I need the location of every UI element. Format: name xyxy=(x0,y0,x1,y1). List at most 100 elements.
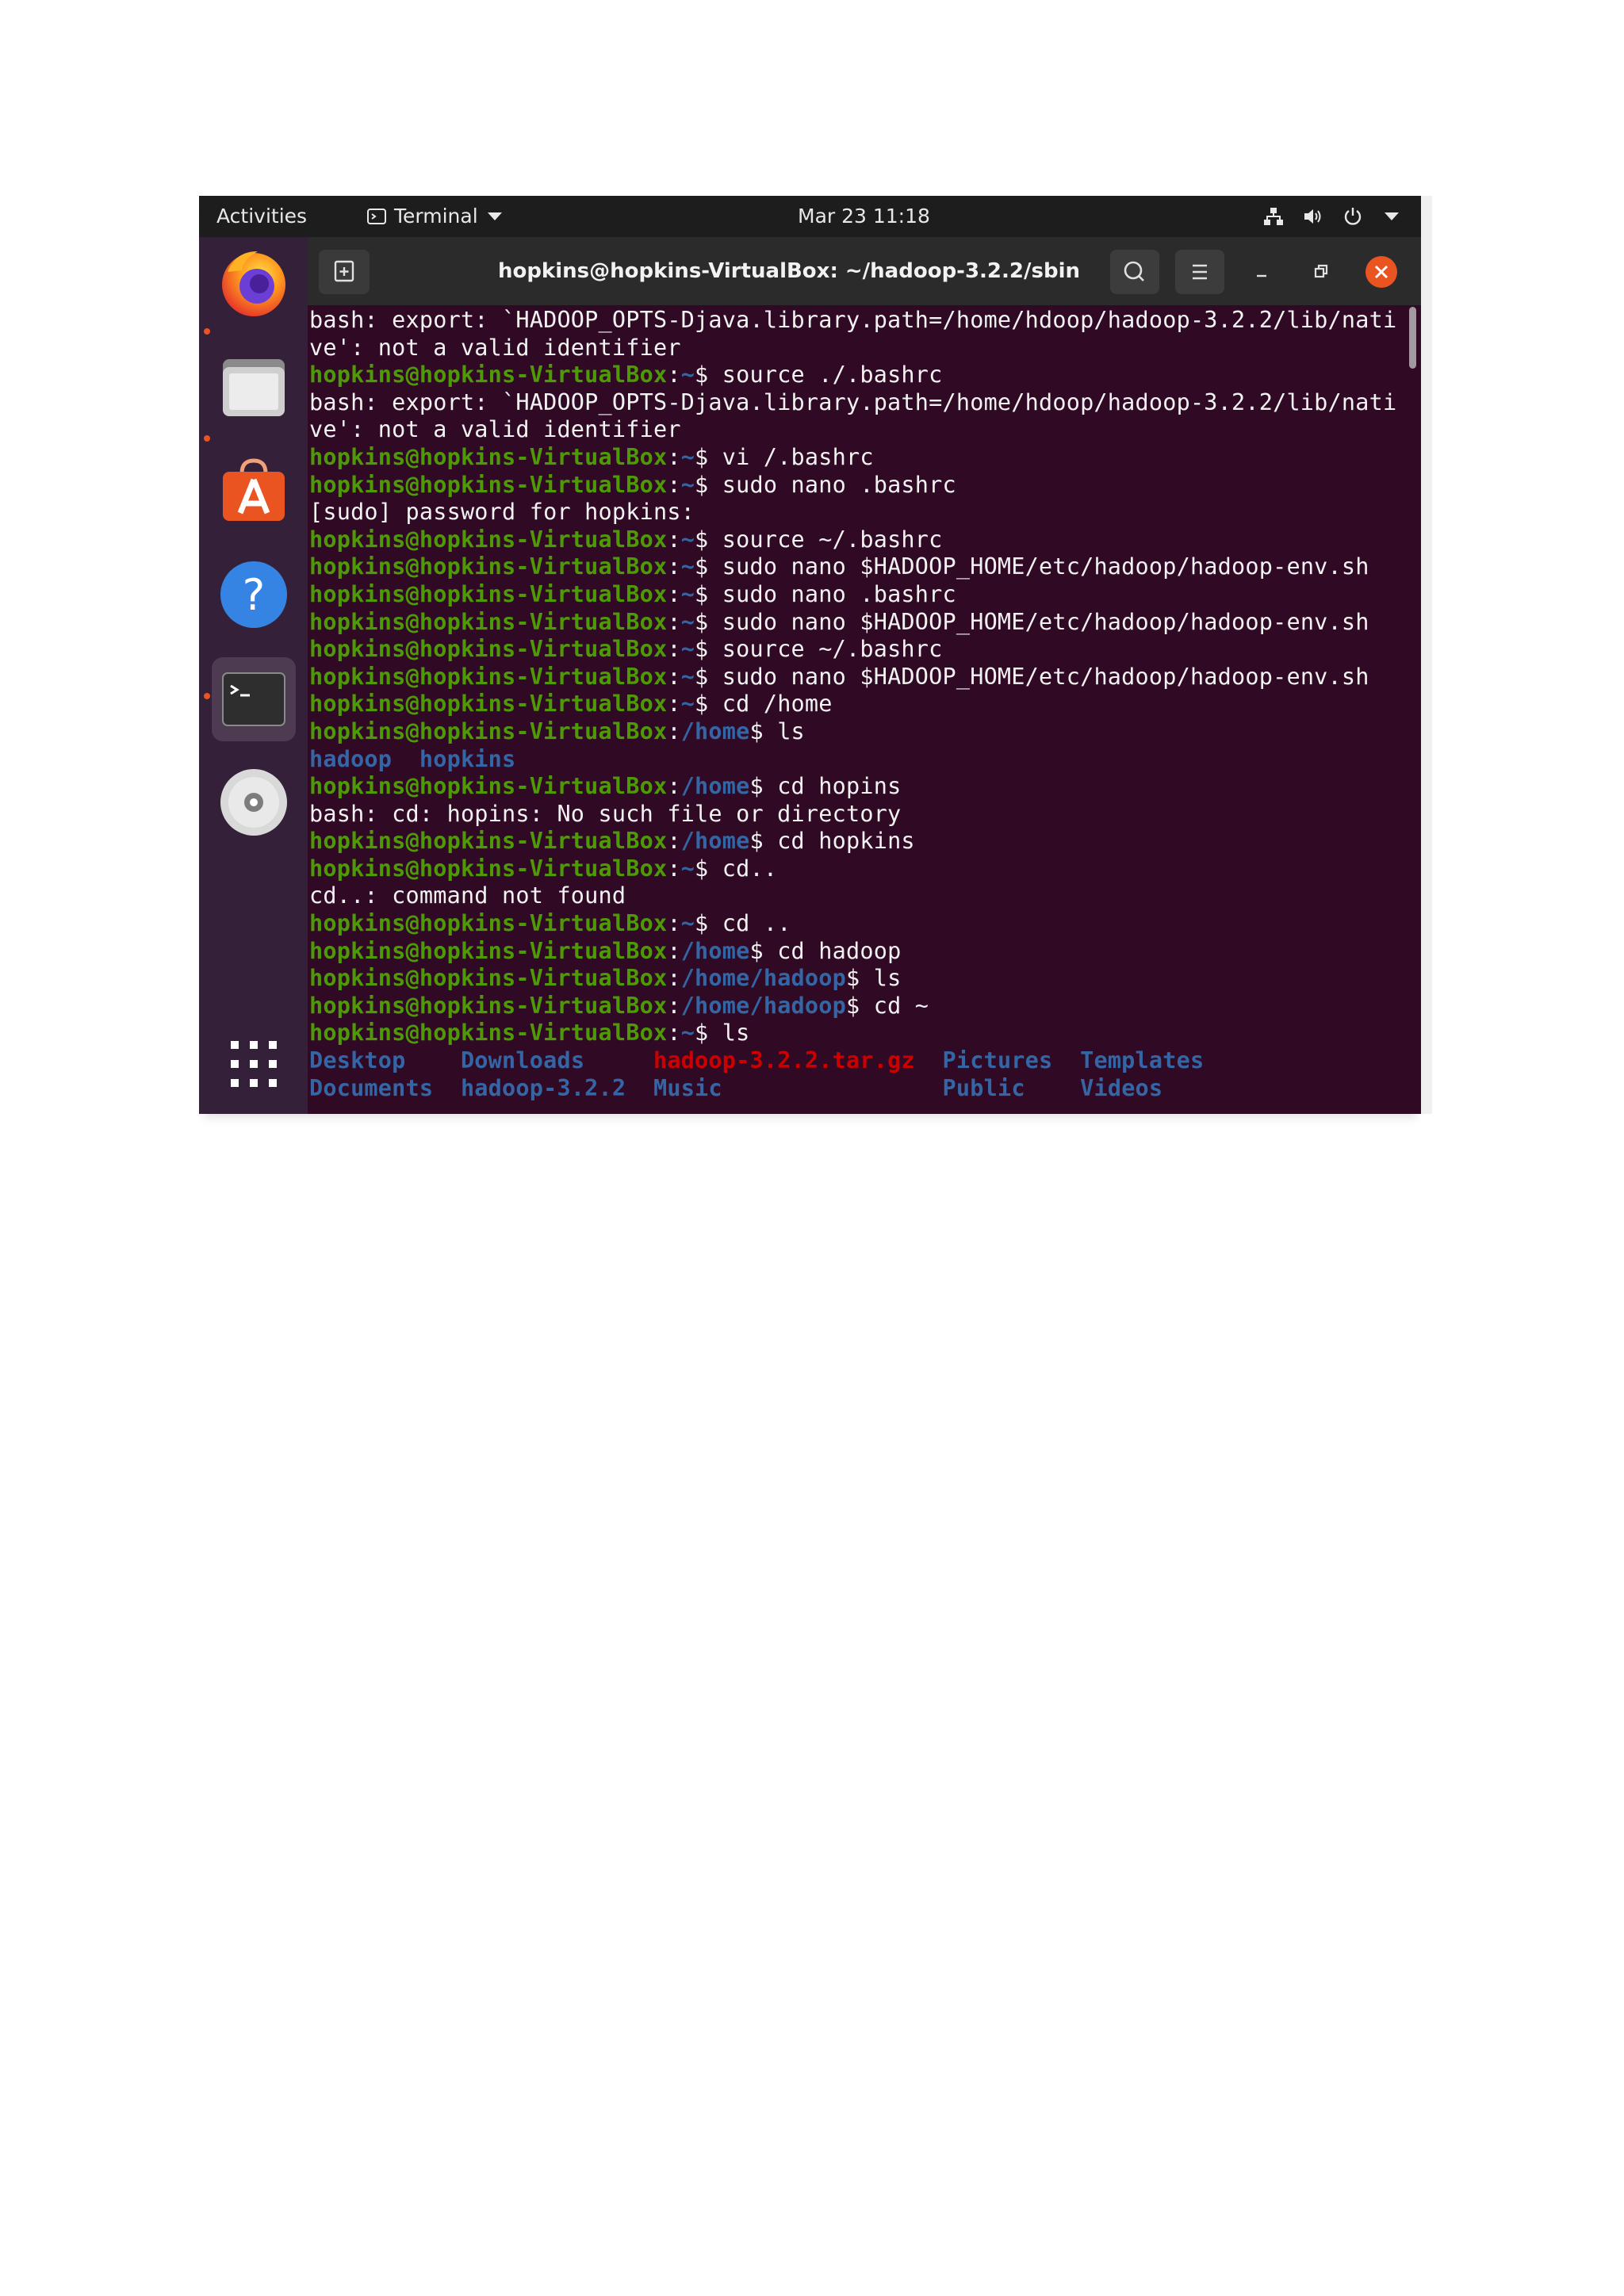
prompt-path: ~ xyxy=(680,691,695,718)
directory-entry: hadoop xyxy=(309,745,393,772)
prompt-path: ~ xyxy=(680,910,695,937)
command-text: source ~/.bashrc xyxy=(708,526,943,553)
prompt-path: /home xyxy=(680,828,750,855)
prompt-user: hopkins@hopkins-VirtualBox xyxy=(309,718,668,744)
prompt-path: ~ xyxy=(680,855,695,882)
prompt-symbol: $ xyxy=(695,362,709,388)
dock-files[interactable] xyxy=(212,345,296,429)
prompt-separator: : xyxy=(667,526,681,553)
clock[interactable]: Mar 23 11:18 xyxy=(798,196,930,237)
dock-firefox[interactable] xyxy=(212,240,296,324)
prompt-path: ~ xyxy=(680,443,695,470)
prompt-symbol: $ xyxy=(749,773,764,800)
prompt-user: hopkins@hopkins-VirtualBox xyxy=(309,1020,668,1047)
prompt-separator: : xyxy=(667,691,681,718)
search-button[interactable] xyxy=(1110,250,1159,294)
terminal-line: hopkins@hopkins-VirtualBox:/home$ ls xyxy=(309,718,1396,746)
command-text: cd.. xyxy=(708,855,778,882)
prompt-user: hopkins@hopkins-VirtualBox xyxy=(309,773,668,800)
command-text: sudo nano .bashrc xyxy=(708,580,956,607)
prompt-path: ~ xyxy=(680,362,695,388)
terminal-window: hopkins@hopkins-VirtualBox: ~/hadoop-3.2… xyxy=(308,237,1421,1114)
prompt-separator: : xyxy=(667,992,681,1019)
prompt-symbol: $ xyxy=(695,443,709,470)
terminal-line: cd..: command not found xyxy=(309,882,1396,910)
svg-text:?: ? xyxy=(243,570,266,620)
dock-terminal[interactable] xyxy=(212,657,296,741)
terminal-line: ve': not a valid identifier xyxy=(309,335,1396,362)
prompt-user: hopkins@hopkins-VirtualBox xyxy=(309,910,668,937)
prompt-symbol: $ xyxy=(695,553,709,580)
prompt-path: /home xyxy=(680,773,750,800)
new-tab-button[interactable] xyxy=(319,250,370,294)
command-text: source ~/.bashrc xyxy=(708,636,943,663)
terminal-line: hopkins@hopkins-VirtualBox:~$ sudo nano … xyxy=(309,609,1396,637)
minimize-button[interactable] xyxy=(1242,250,1281,294)
prompt-separator: : xyxy=(667,828,681,855)
terminal-output[interactable]: bash: export: `HADOOP_OPTS-Djava.library… xyxy=(308,305,1421,1114)
menu-button[interactable] xyxy=(1175,250,1224,294)
prompt-symbol: $ xyxy=(695,691,709,718)
app-menu[interactable]: Terminal xyxy=(366,196,502,237)
close-icon xyxy=(1374,265,1388,279)
prompt-separator: : xyxy=(667,855,681,882)
terminal-line: hopkins@hopkins-VirtualBox:~$ sudo nano … xyxy=(309,581,1396,609)
prompt-user: hopkins@hopkins-VirtualBox xyxy=(309,965,668,992)
volume-icon xyxy=(1304,209,1321,224)
prompt-symbol: $ xyxy=(695,636,709,663)
software-center-icon xyxy=(223,458,285,521)
prompt-user: hopkins@hopkins-VirtualBox xyxy=(309,362,668,388)
command-text: sudo nano $HADOOP_HOME/etc/hadoop/hadoop… xyxy=(708,663,1369,690)
terminal-line: hopkins@hopkins-VirtualBox:~$ cd.. xyxy=(309,855,1396,883)
restore-button[interactable] xyxy=(1300,250,1340,294)
command-text: ls xyxy=(708,1020,750,1047)
prompt-path: ~ xyxy=(680,1020,695,1047)
directory-entry: Documents xyxy=(309,1074,434,1101)
output-text: bash: cd: hopins: No such file or direct… xyxy=(309,800,902,827)
dock: ? xyxy=(199,237,308,1114)
terminal-line: hopkins@hopkins-VirtualBox:~$ sudo nano … xyxy=(309,472,1396,499)
prompt-separator: : xyxy=(667,937,681,964)
command-text: cd hadoop xyxy=(763,937,902,964)
terminal-line: hopkins@hopkins-VirtualBox:~$ sudo nano … xyxy=(309,664,1396,691)
prompt-separator: : xyxy=(667,965,681,992)
scrollbar[interactable] xyxy=(1409,307,1416,369)
prompt-path: ~ xyxy=(680,526,695,553)
prompt-symbol: $ xyxy=(846,965,860,992)
command-text: cd hopkins xyxy=(763,828,915,855)
output-text: bash: export: `HADOOP_OPTS-Djava.library… xyxy=(309,307,1397,333)
command-text: cd .. xyxy=(708,910,791,937)
directory-entry: hadoop-3.2.2 xyxy=(460,1074,626,1101)
prompt-user: hopkins@hopkins-VirtualBox xyxy=(309,992,668,1019)
minimize-icon xyxy=(1257,274,1266,277)
command-text: cd /home xyxy=(708,691,833,718)
prompt-symbol: $ xyxy=(695,910,709,937)
dock-software[interactable] xyxy=(212,450,296,534)
directory-entry: Music xyxy=(653,1074,722,1101)
terminal-line: bash: export: `HADOOP_OPTS-Djava.library… xyxy=(309,307,1396,335)
system-tray[interactable] xyxy=(1262,196,1399,237)
close-button[interactable] xyxy=(1365,256,1397,288)
prompt-path: ~ xyxy=(680,663,695,690)
window-headerbar: hopkins@hopkins-VirtualBox: ~/hadoop-3.2… xyxy=(308,237,1421,305)
terminal-line: [sudo] password for hopkins: xyxy=(309,499,1396,526)
activities-button[interactable]: Activities xyxy=(216,196,307,237)
chevron-down-icon xyxy=(1385,212,1399,220)
prompt-symbol: $ xyxy=(749,828,764,855)
command-text: sudo nano $HADOOP_HOME/etc/hadoop/hadoop… xyxy=(708,553,1369,580)
prompt-user: hopkins@hopkins-VirtualBox xyxy=(309,636,668,663)
terminal-app-icon xyxy=(367,209,386,224)
prompt-user: hopkins@hopkins-VirtualBox xyxy=(309,663,668,690)
app-menu-label: Terminal xyxy=(394,205,478,228)
dock-help[interactable]: ? xyxy=(212,553,296,637)
show-applications-button[interactable] xyxy=(212,1022,296,1106)
prompt-path: /home xyxy=(680,718,750,744)
prompt-symbol: $ xyxy=(749,937,764,964)
dock-disc[interactable] xyxy=(212,760,296,844)
directory-entry: Public xyxy=(942,1074,1025,1101)
prompt-user: hopkins@hopkins-VirtualBox xyxy=(309,828,668,855)
new-tab-icon xyxy=(334,260,354,282)
